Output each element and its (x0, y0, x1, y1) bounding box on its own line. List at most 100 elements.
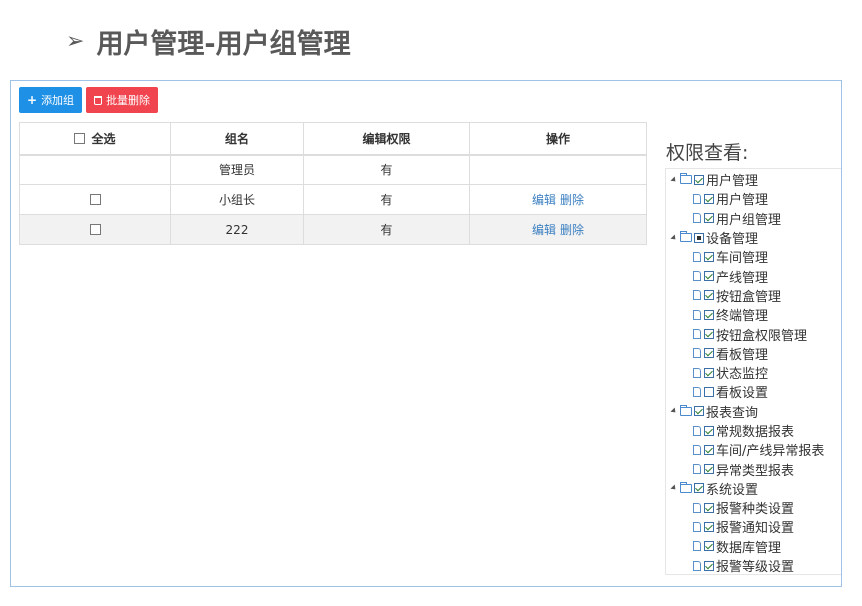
row-checkbox[interactable] (89, 193, 101, 205)
page-heading: ➢ 用户管理-用户组管理 (66, 22, 351, 61)
tree-checkbox-unchecked[interactable] (704, 386, 714, 397)
tree-leaf-label: 车间管理 (716, 251, 769, 267)
tree-leaf-label: 报警通知设置 (716, 521, 795, 537)
tree-checkbox-partial[interactable] (694, 232, 704, 243)
expand-triangle-icon[interactable] (670, 407, 678, 415)
actions-cell (469, 154, 647, 185)
trash-icon (94, 95, 103, 105)
delete-link[interactable]: 删除 (560, 193, 584, 207)
tree-checkbox[interactable] (694, 174, 704, 185)
file-icon (693, 193, 701, 204)
tree-leaf[interactable]: 数据库管理 (666, 537, 841, 556)
tree-leaf[interactable]: 终端管理 (666, 305, 841, 324)
tree-checkbox[interactable] (704, 502, 714, 513)
tree-checkbox[interactable] (704, 193, 714, 204)
tree-node-user-management[interactable]: 用户管理 (666, 170, 841, 189)
tree-leaf[interactable]: 报警种类设置 (666, 498, 841, 517)
tree-leaf-label: 按钮盒权限管理 (716, 328, 808, 344)
tree-checkbox[interactable] (704, 560, 714, 571)
tree-checkbox[interactable] (704, 271, 714, 282)
tree-leaf[interactable]: 看板管理 (666, 344, 841, 363)
tree-checkbox[interactable] (704, 367, 714, 378)
row-select-cell (19, 184, 171, 215)
select-all-label: 全选 (91, 131, 116, 146)
tree-node-report-query[interactable]: 报表查询 (666, 402, 841, 421)
tree-checkbox[interactable] (704, 348, 714, 359)
tree-checkbox[interactable] (704, 444, 714, 455)
row-select-cell (19, 214, 171, 245)
edit-link[interactable]: 编辑 (532, 193, 556, 207)
file-icon (693, 290, 701, 301)
batch-delete-label: 批量删除 (106, 94, 151, 107)
tree-checkbox[interactable] (704, 213, 714, 224)
tree-checkbox[interactable] (704, 329, 714, 340)
page-title: 用户管理-用户组管理 (96, 29, 351, 60)
tree-leaf-label: 看板设置 (716, 386, 769, 402)
plus-icon: + (27, 93, 38, 107)
group-name-header: 组名 (170, 122, 304, 156)
add-group-button[interactable]: + 添加组 (19, 87, 83, 113)
batch-delete-button[interactable]: 批量删除 (86, 87, 159, 113)
actions-cell: 编辑 删除 (469, 184, 647, 215)
edit-permission-header: 编辑权限 (303, 122, 470, 156)
tree-checkbox[interactable] (704, 251, 714, 262)
tree-node-device-management[interactable]: 设备管理 (666, 228, 841, 247)
tree-node-system-settings[interactable]: 系统设置 (666, 479, 841, 498)
tree-leaf[interactable]: 看板设置 (666, 382, 841, 401)
tree-leaf[interactable]: 报警通知设置 (666, 517, 841, 536)
file-icon (693, 271, 701, 282)
permission-tree: 用户管理 用户管理 用户组管理 设备管理 车间管理 产线管理 按钮盒管理 终端管… (665, 168, 841, 575)
file-icon (693, 329, 701, 340)
file-icon (693, 521, 701, 532)
tree-leaf[interactable]: 车间管理 (666, 247, 841, 266)
tree-leaf-label: 车间/产线异常报表 (716, 444, 825, 460)
tree-leaf[interactable]: 产线管理 (666, 266, 841, 286)
tree-checkbox[interactable] (704, 521, 714, 532)
file-icon (693, 444, 701, 455)
folder-open-icon (680, 231, 692, 243)
tree-leaf-label: 用户组管理 (716, 212, 782, 228)
tree-leaf-label: 数据库管理 (716, 540, 782, 556)
tree-leaf[interactable]: 常规数据报表 (666, 421, 841, 440)
tree-node-label: 报表查询 (706, 405, 759, 421)
file-icon (693, 251, 701, 262)
tree-leaf[interactable]: 用户组管理 (666, 209, 841, 228)
tree-checkbox[interactable] (704, 425, 714, 436)
tree-checkbox[interactable] (704, 290, 714, 301)
expand-triangle-icon[interactable] (670, 484, 678, 492)
file-icon (693, 367, 701, 378)
tree-checkbox[interactable] (694, 483, 704, 494)
tree-checkbox[interactable] (704, 464, 714, 475)
tree-leaf[interactable]: 用户管理 (666, 189, 841, 208)
permission-cell: 有 (303, 214, 470, 245)
tree-leaf[interactable]: 按钮盒管理 (666, 286, 841, 305)
row-checkbox[interactable] (89, 223, 101, 235)
expand-triangle-icon[interactable] (670, 176, 678, 184)
tree-node-label: 用户管理 (706, 174, 759, 190)
permission-view-title: 权限查看: (666, 142, 749, 164)
tree-leaf[interactable]: 车间/产线异常报表 (666, 440, 841, 459)
tree-checkbox[interactable] (704, 541, 714, 552)
expand-triangle-icon[interactable] (670, 233, 678, 242)
tree-leaf[interactable]: 状态监控 (666, 363, 841, 382)
file-icon (693, 213, 701, 224)
toolbar: + 添加组 批量删除 (19, 87, 159, 113)
file-icon (693, 541, 701, 552)
file-icon (693, 464, 701, 475)
delete-link[interactable]: 删除 (560, 223, 584, 237)
edit-link[interactable]: 编辑 (532, 223, 556, 237)
permission-cell: 有 (303, 184, 470, 215)
tree-leaf[interactable]: 报警等级设置 (666, 556, 841, 575)
file-icon (693, 386, 701, 397)
folder-open-icon (680, 481, 692, 493)
select-all-header[interactable]: 全选 (19, 122, 171, 156)
tree-leaf-label: 用户管理 (716, 193, 769, 209)
select-all-checkbox[interactable] (74, 132, 86, 144)
table-row: 管理员 有 (19, 154, 647, 185)
tree-leaf[interactable]: 异常类型报表 (666, 459, 841, 479)
file-icon (693, 309, 701, 320)
group-name-cell: 管理员 (170, 154, 304, 185)
tree-checkbox[interactable] (694, 406, 704, 417)
tree-leaf[interactable]: 按钮盒权限管理 (666, 324, 841, 344)
tree-checkbox[interactable] (704, 309, 714, 320)
